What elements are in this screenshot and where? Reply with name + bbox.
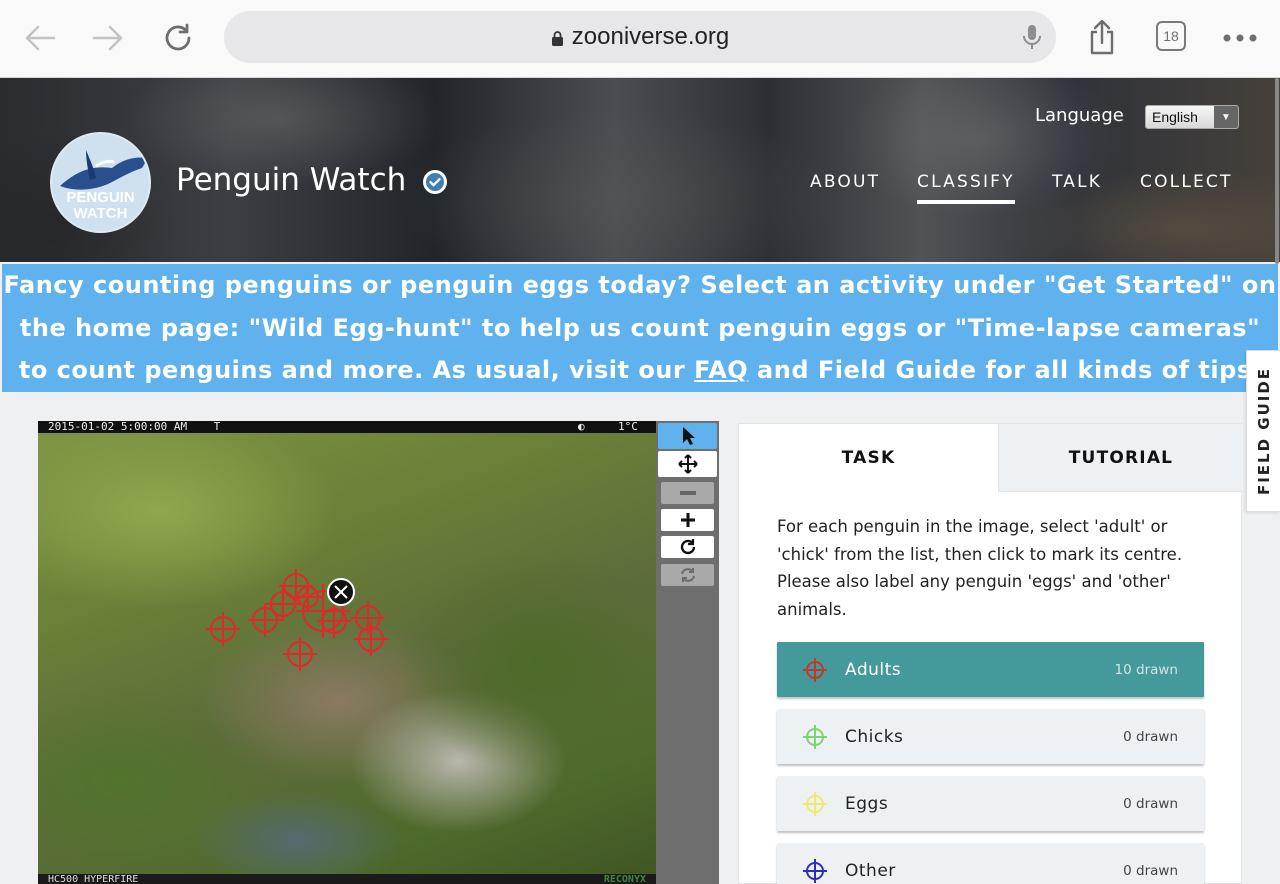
reload-button[interactable]: [158, 18, 198, 58]
browser-toolbar: zooniverse.org 18: [0, 0, 1280, 78]
subject-image[interactable]: 2015-01-02 5:00:00 AM T ◐ 1°C HC500 HYPERF…: [38, 421, 656, 884]
adult-mark[interactable]: [266, 587, 300, 621]
logo-text-line1: PENGUIN: [66, 189, 135, 206]
nav-about[interactable]: ABOUT: [810, 172, 880, 192]
delete-mark-button[interactable]: [327, 578, 355, 606]
zoom-in-button[interactable]: [661, 509, 714, 531]
faq-link[interactable]: FAQ: [694, 356, 748, 384]
image-toolbar: [656, 421, 719, 884]
share-button[interactable]: [1082, 18, 1122, 58]
pointer-tool-button[interactable]: [658, 423, 717, 449]
answer-other[interactable]: Other 0 drawn: [777, 843, 1204, 884]
pointer-icon: [682, 427, 695, 445]
microphone-icon[interactable]: [1022, 23, 1042, 51]
nav-collect[interactable]: COLLECT: [1140, 172, 1233, 192]
tabs-button[interactable]: 18: [1156, 21, 1186, 51]
answer-count: 10 drawn: [1114, 661, 1178, 678]
camera-brand: RECONYX: [603, 874, 646, 884]
active-nav-underline: [917, 200, 1015, 204]
adult-mark[interactable]: [206, 612, 240, 646]
answer-adults[interactable]: Adults 10 drawn: [777, 642, 1204, 697]
announcement-text-end: and Field Guide for all kinds of tips.: [748, 356, 1262, 384]
tab-tutorial[interactable]: TUTORIAL: [998, 424, 1243, 492]
nav-talk[interactable]: TALK: [1052, 172, 1102, 192]
answer-label: Chicks: [845, 726, 904, 747]
zoom-in-icon: [680, 513, 695, 527]
crosshair-icon: [803, 792, 827, 816]
answer-count: 0 drawn: [1123, 862, 1178, 879]
dropdown-arrow-icon: ▼: [1214, 106, 1238, 128]
adult-mark[interactable]: [283, 637, 317, 671]
page-scrollbar[interactable]: [1275, 78, 1279, 264]
crosshair-icon: [803, 658, 827, 682]
verified-badge-icon: [423, 170, 447, 194]
annotation-layer: [206, 569, 388, 671]
language-label: Language: [1035, 105, 1124, 126]
task-panel: TASK TUTORIAL For each penguin in the im…: [738, 423, 1243, 884]
arrow-right-icon: [92, 25, 123, 51]
task-instructions: For each penguin in the image, select 'a…: [777, 517, 1183, 619]
field-guide-tab[interactable]: FIELD GUIDE: [1246, 350, 1280, 512]
forward-button[interactable]: [88, 18, 128, 58]
answer-label: Adults: [845, 659, 902, 680]
reset-button[interactable]: [661, 564, 714, 586]
logo-text-line2: WATCH: [73, 205, 128, 222]
crosshair-icon: [803, 725, 827, 749]
url-text: zooniverse.org: [571, 23, 730, 50]
project-header: PENGUIN WATCH Penguin Watch Language Eng…: [0, 78, 1280, 262]
back-button[interactable]: [20, 18, 60, 58]
move-icon: [677, 454, 698, 474]
lock-icon: [551, 31, 563, 46]
address-bar[interactable]: zooniverse.org: [224, 11, 1056, 63]
crosshair-icon: [803, 859, 827, 883]
announcement-banner: Fancy counting penguins or penguin eggs …: [2, 264, 1278, 392]
nav-classify[interactable]: CLASSIFY: [917, 172, 1015, 204]
zoom-out-button[interactable]: [661, 482, 714, 504]
answer-count: 0 drawn: [1123, 728, 1178, 745]
field-guide-label: FIELD GUIDE: [1254, 366, 1273, 496]
language-selected-value: English: [1152, 109, 1198, 125]
zoom-out-icon: [679, 491, 696, 495]
adult-mark[interactable]: [248, 603, 282, 637]
answer-label: Other: [845, 860, 896, 881]
answer-eggs[interactable]: Eggs 0 drawn: [777, 776, 1204, 831]
more-button[interactable]: [1220, 18, 1260, 58]
camera-model: HC500 HYPERFIRE: [48, 874, 139, 884]
share-icon: [1090, 20, 1114, 55]
tab-task[interactable]: TASK: [739, 424, 998, 492]
rotate-icon: [680, 539, 695, 555]
more-dots-icon: [1223, 34, 1257, 42]
answer-count: 0 drawn: [1123, 795, 1178, 812]
language-select[interactable]: English ▼: [1145, 105, 1239, 129]
rotate-button[interactable]: [661, 536, 714, 558]
project-title[interactable]: Penguin Watch: [176, 162, 406, 198]
reset-icon: [680, 568, 695, 582]
arrow-left-icon: [25, 25, 56, 51]
reload-icon: [165, 23, 191, 51]
answer-label: Eggs: [845, 793, 889, 814]
nav-classify-label: CLASSIFY: [917, 172, 1015, 192]
camera-model-bar: HC500 HYPERFIRE RECONYX: [38, 874, 656, 884]
answer-chicks[interactable]: Chicks 0 drawn: [777, 709, 1204, 764]
project-logo[interactable]: PENGUIN WATCH: [50, 132, 151, 233]
move-tool-button[interactable]: [658, 451, 717, 477]
